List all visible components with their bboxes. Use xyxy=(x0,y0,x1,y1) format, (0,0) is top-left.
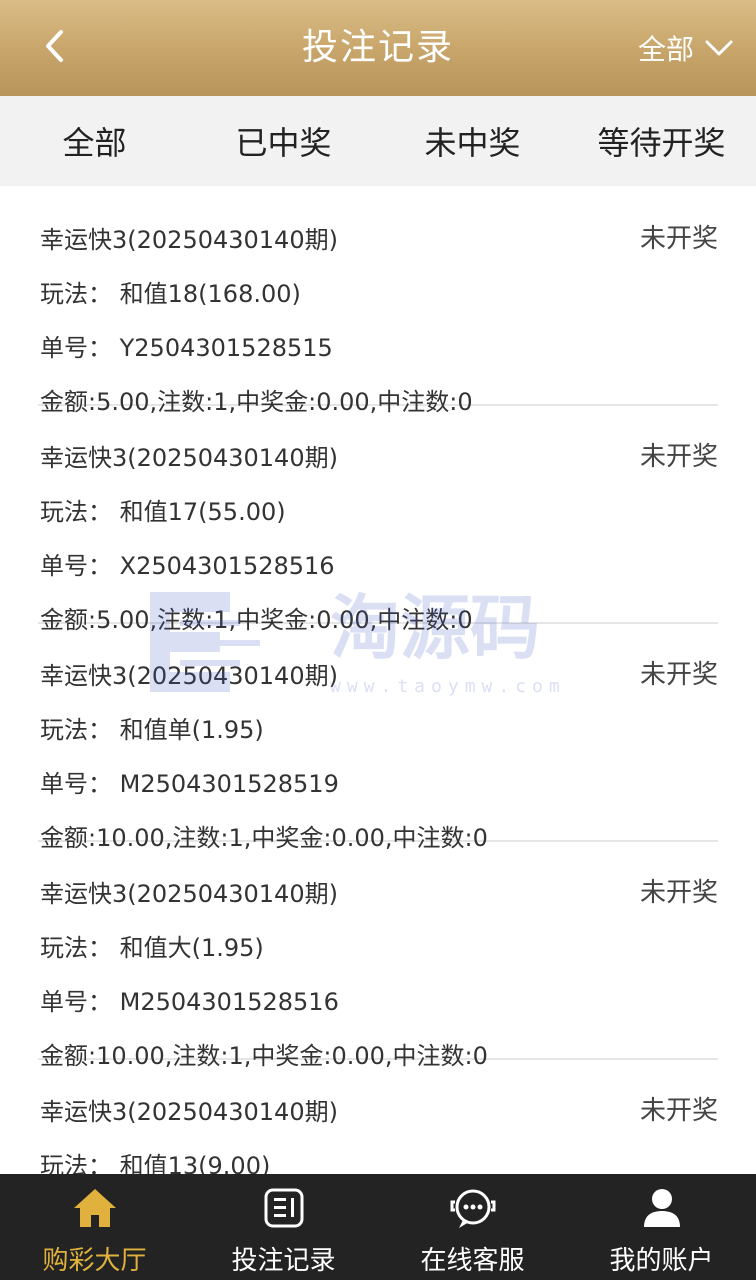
bottom-nav: 购彩大厅 投注记录 在线客服 我的账户 xyxy=(0,1174,756,1280)
record-icon xyxy=(263,1186,305,1230)
home-icon xyxy=(72,1186,118,1230)
tab-all[interactable]: 全部 xyxy=(0,118,189,164)
top-bar: 投注记录 全部 xyxy=(0,0,756,96)
record-game: 幸运快3(20250430140期) xyxy=(40,1098,338,1126)
record-order: 单号： X2504301528516 xyxy=(40,552,335,580)
record-play: 玩法： 和值13(9.00) xyxy=(40,1152,271,1174)
record-order: 单号： M2504301528519 xyxy=(40,770,339,798)
nav-customer-service[interactable]: 在线客服 xyxy=(378,1174,567,1280)
bet-record-list: 幸运快3(20250430140期) 未开奖 玩法： 和值18(168.00) … xyxy=(0,188,756,1174)
nav-label: 在线客服 xyxy=(420,1246,525,1276)
record-game: 幸运快3(20250430140期) xyxy=(40,880,338,908)
bet-record[interactable]: 幸运快3(20250430140期) 未开奖 玩法： 和值13(9.00) xyxy=(38,1060,718,1174)
filter-dropdown[interactable]: 全部 xyxy=(638,0,734,96)
status-tabs: 全部 已中奖 未中奖 等待开奖 xyxy=(0,96,756,186)
bet-record[interactable]: 幸运快3(20250430140期) 未开奖 玩法： 和值单(1.95) 单号：… xyxy=(38,624,718,852)
chevron-down-icon xyxy=(705,40,733,56)
record-status: 未开奖 xyxy=(639,442,718,472)
record-play: 玩法： 和值单(1.95) xyxy=(40,716,264,744)
nav-label: 投注记录 xyxy=(231,1246,336,1276)
record-status: 未开奖 xyxy=(639,1096,718,1126)
record-status: 未开奖 xyxy=(639,878,718,908)
record-play: 玩法： 和值大(1.95) xyxy=(40,934,264,962)
tab-pending[interactable]: 等待开奖 xyxy=(567,118,756,164)
bet-record[interactable]: 幸运快3(20250430140期) 未开奖 玩法： 和值17(55.00) 单… xyxy=(38,406,718,634)
user-icon xyxy=(642,1186,682,1230)
record-order: 单号： Y2504301528515 xyxy=(40,334,333,362)
record-game: 幸运快3(20250430140期) xyxy=(40,662,338,690)
nav-label: 我的账户 xyxy=(609,1246,714,1276)
record-order: 单号： M2504301528516 xyxy=(40,988,339,1016)
nav-bet-records[interactable]: 投注记录 xyxy=(189,1174,378,1280)
record-game: 幸运快3(20250430140期) xyxy=(40,444,338,472)
filter-label: 全部 xyxy=(637,33,694,66)
record-play: 玩法： 和值18(168.00) xyxy=(40,280,301,308)
nav-label: 购彩大厅 xyxy=(42,1246,147,1276)
record-status: 未开奖 xyxy=(639,224,718,254)
tab-won[interactable]: 已中奖 xyxy=(189,118,378,164)
tab-lost[interactable]: 未中奖 xyxy=(378,118,567,164)
bet-record[interactable]: 幸运快3(20250430140期) 未开奖 玩法： 和值18(168.00) … xyxy=(38,188,718,416)
nav-lobby[interactable]: 购彩大厅 xyxy=(0,1174,189,1280)
record-game: 幸运快3(20250430140期) xyxy=(40,226,338,254)
record-status: 未开奖 xyxy=(639,660,718,690)
record-play: 玩法： 和值17(55.00) xyxy=(40,498,286,526)
nav-my-account[interactable]: 我的账户 xyxy=(567,1174,756,1280)
chat-icon xyxy=(449,1186,497,1230)
bet-record[interactable]: 幸运快3(20250430140期) 未开奖 玩法： 和值大(1.95) 单号：… xyxy=(38,842,718,1070)
